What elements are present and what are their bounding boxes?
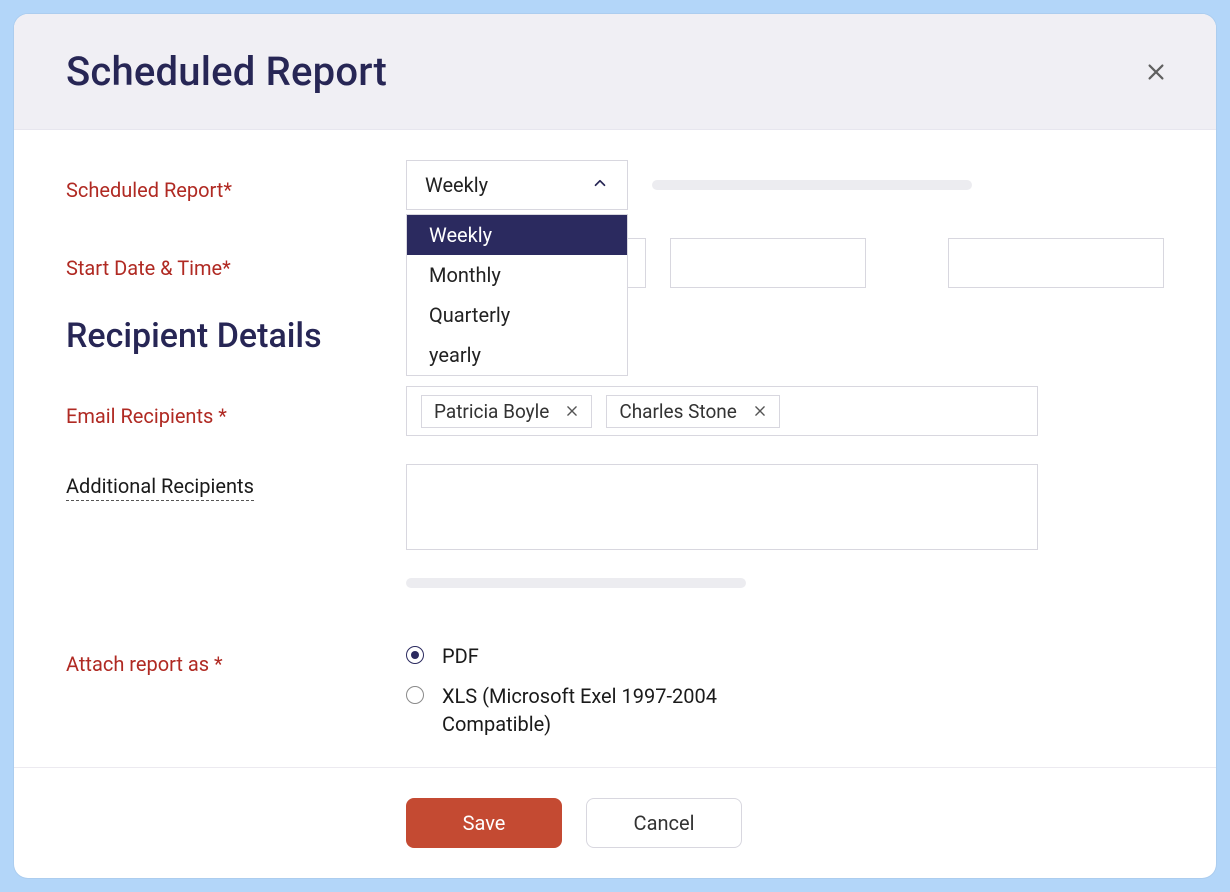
scheduled-report-dropdown: Weekly Monthly Quarterly yearly <box>406 214 628 376</box>
scheduled-report-select[interactable]: Weekly <box>406 160 628 210</box>
modal-header: Scheduled Report <box>14 14 1216 130</box>
start-datetime-label: Start Date & Time* <box>66 256 231 280</box>
chevron-up-icon <box>591 173 609 197</box>
close-icon[interactable] <box>1140 56 1172 88</box>
attach-format-radio-group: PDF XLS (Microsoft Exel 1997-2004 Compat… <box>406 642 802 738</box>
scheduled-report-label: Scheduled Report* <box>66 178 232 202</box>
scheduled-report-value: Weekly <box>425 173 488 197</box>
radio-option-pdf[interactable]: PDF <box>406 642 802 670</box>
modal-title: Scheduled Report <box>66 48 387 95</box>
recipient-tag: Patricia Boyle <box>421 395 592 428</box>
remove-recipient-icon[interactable] <box>753 400 767 423</box>
cancel-button[interactable]: Cancel <box>586 798 742 848</box>
radio-label-xls: XLS (Microsoft Exel 1997-2004 Compatible… <box>442 682 802 738</box>
modal-body: Scheduled Report* Weekly Weekly Mon <box>14 130 1216 767</box>
recipient-name: Charles Stone <box>619 400 737 423</box>
dropdown-option-yearly[interactable]: yearly <box>407 335 627 375</box>
row-placeholder <box>66 578 1164 628</box>
row-scheduled-report: Scheduled Report* Weekly Weekly Mon <box>66 160 1164 210</box>
save-button[interactable]: Save <box>406 798 562 848</box>
email-recipients-input[interactable]: Patricia Boyle Charles Stone <box>406 386 1038 436</box>
row-attach-report: Attach report as * PDF XLS (Microsoft Ex… <box>66 642 1164 738</box>
radio-icon <box>406 686 424 704</box>
row-additional-recipients: Additional Recipients <box>66 464 1164 550</box>
placeholder-bar <box>406 578 746 588</box>
recipient-tag: Charles Stone <box>606 395 780 428</box>
start-time-input[interactable] <box>670 238 866 288</box>
radio-option-xls[interactable]: XLS (Microsoft Exel 1997-2004 Compatible… <box>406 682 802 738</box>
row-email-recipients: Email Recipients * Patricia Boyle Charle… <box>66 386 1164 436</box>
email-recipients-label: Email Recipients * <box>66 404 227 428</box>
additional-recipients-label: Additional Recipients <box>66 474 254 501</box>
dropdown-option-weekly[interactable]: Weekly <box>407 215 627 255</box>
scheduled-report-modal: Scheduled Report Scheduled Report* Weekl… <box>14 14 1216 878</box>
dropdown-option-quarterly[interactable]: Quarterly <box>407 295 627 335</box>
additional-recipients-input[interactable] <box>406 464 1038 550</box>
attach-report-label: Attach report as * <box>66 652 223 676</box>
dropdown-option-monthly[interactable]: Monthly <box>407 255 627 295</box>
radio-icon <box>406 646 424 664</box>
modal-footer: Save Cancel <box>14 767 1216 878</box>
scheduled-report-select-wrap: Weekly Weekly Monthly Quarterly yearly <box>406 160 628 210</box>
remove-recipient-icon[interactable] <box>565 400 579 423</box>
radio-label-pdf: PDF <box>442 642 479 670</box>
timezone-input[interactable] <box>948 238 1164 288</box>
recipient-name: Patricia Boyle <box>434 400 549 423</box>
placeholder-bar <box>652 180 972 190</box>
